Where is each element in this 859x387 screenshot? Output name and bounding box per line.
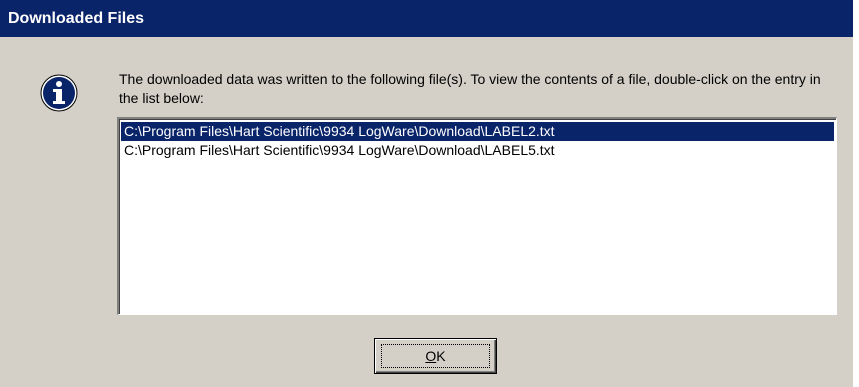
ok-label-rest: K <box>436 348 446 364</box>
file-listbox[interactable]: C:\Program Files\Hart Scientific\9934 Lo… <box>117 117 837 315</box>
file-list-item[interactable]: C:\Program Files\Hart Scientific\9934 Lo… <box>121 141 834 160</box>
dialog-message: The downloaded data was written to the f… <box>119 71 821 106</box>
info-icon <box>40 74 78 112</box>
dialog-title: Downloaded Files <box>0 0 853 37</box>
downloaded-files-dialog: Downloaded Files The downloaded data was… <box>0 0 853 387</box>
ok-button[interactable]: OK <box>374 338 497 374</box>
focus-rectangle: OK <box>381 344 490 368</box>
ok-mnemonic: O <box>425 348 437 364</box>
file-list-item[interactable]: C:\Program Files\Hart Scientific\9934 Lo… <box>121 122 834 141</box>
